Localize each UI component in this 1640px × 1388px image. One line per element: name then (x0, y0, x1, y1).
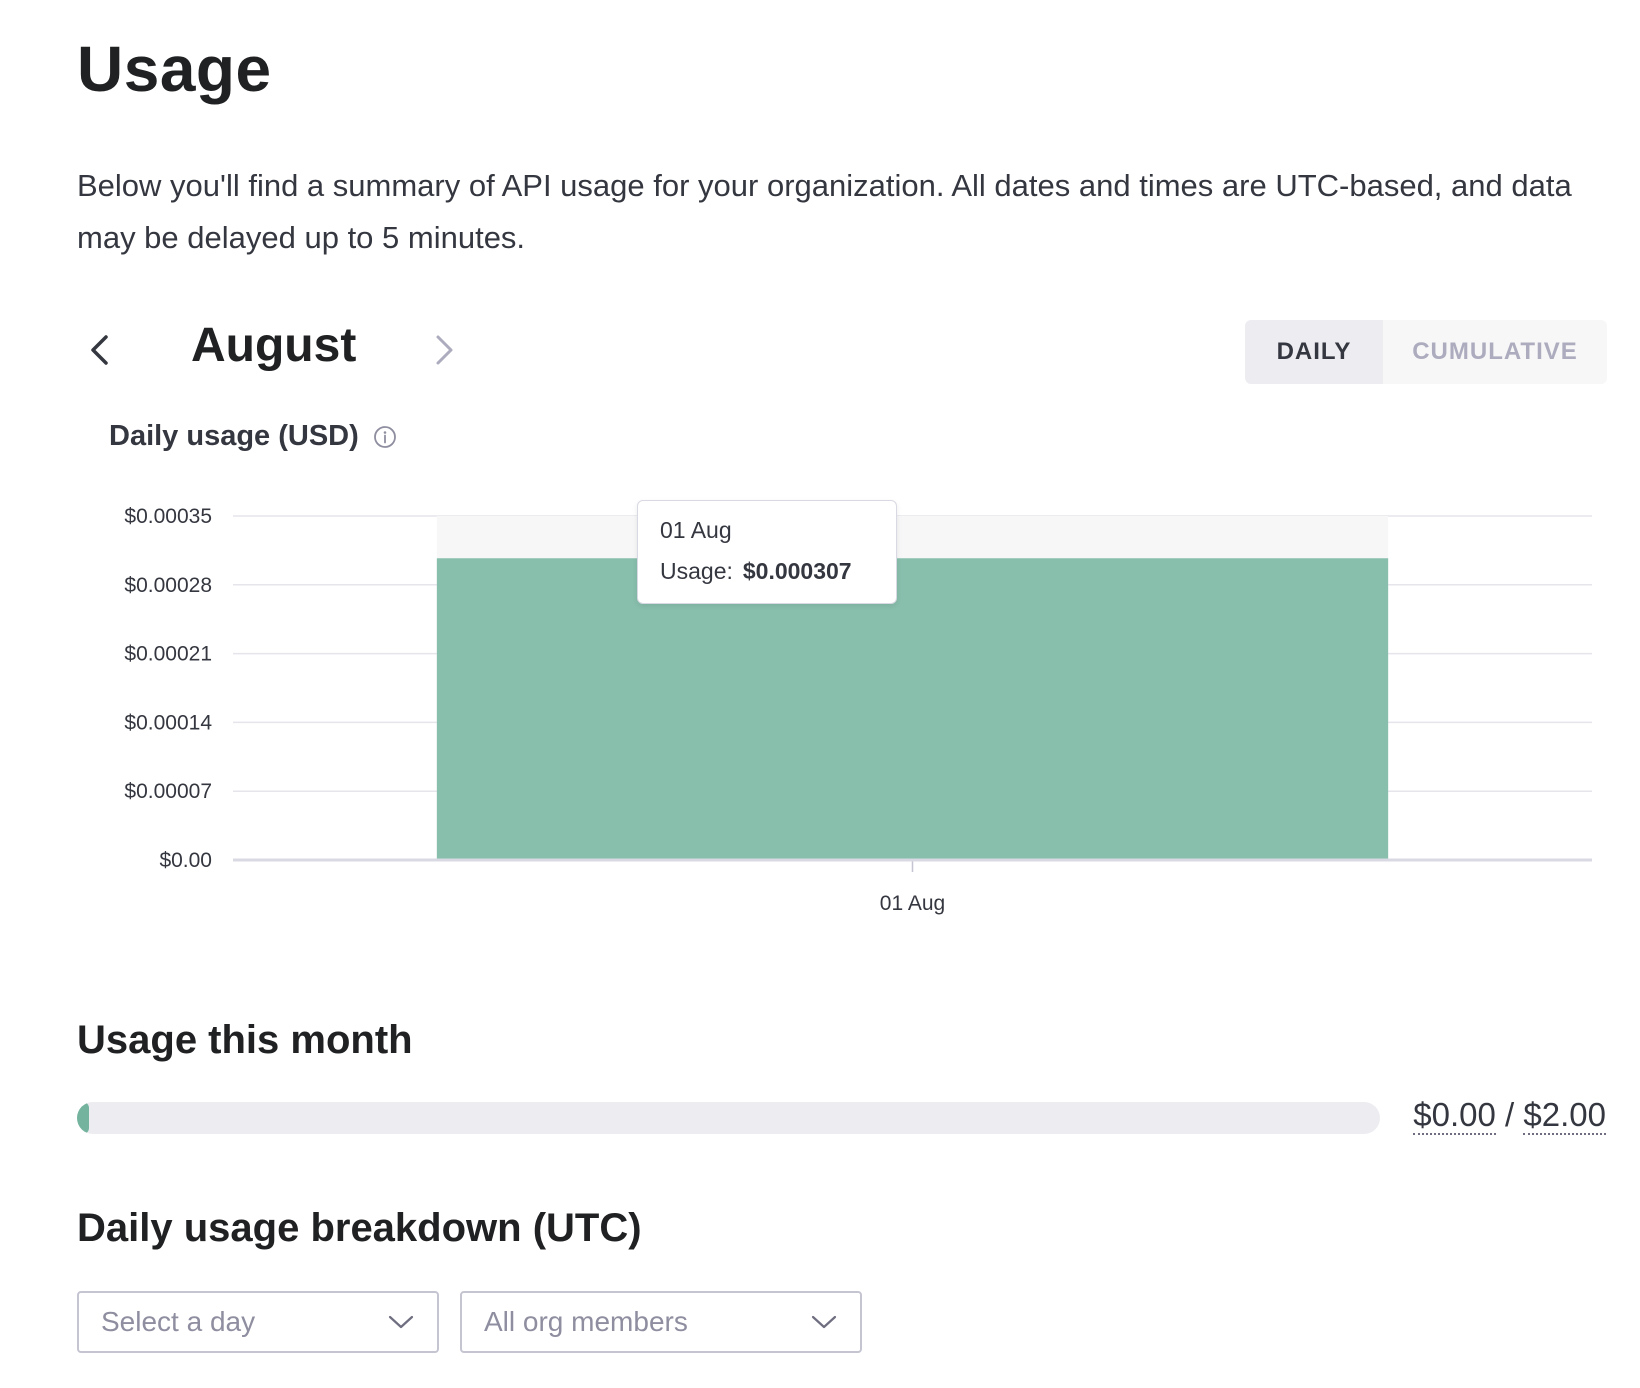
cumulative-tab[interactable]: CUMULATIVE (1383, 320, 1607, 384)
usage-used-amount[interactable]: $0.00 (1413, 1096, 1496, 1135)
chevron-right-icon (436, 335, 453, 365)
y-tick-label: $0.00021 (124, 643, 212, 666)
view-toggle: DAILY CUMULATIVE (1245, 320, 1607, 384)
usage-this-month-heading: Usage this month (77, 1018, 413, 1062)
daily-tab[interactable]: DAILY (1245, 320, 1383, 384)
day-select-placeholder: Select a day (101, 1306, 256, 1337)
member-select-value: All org members (484, 1306, 688, 1337)
tooltip-date: 01 Aug (660, 517, 732, 543)
tooltip-usage-row: Usage: $0.000307 (660, 558, 874, 585)
month-label: August (191, 319, 357, 372)
bar (436, 558, 1389, 860)
y-tick-label: $0.00014 (124, 711, 212, 734)
info-icon[interactable] (373, 425, 397, 449)
usage-amount: $0.00 / $2.00 (1390, 1096, 1606, 1135)
daily-breakdown-heading: Daily usage breakdown (UTC) (77, 1206, 642, 1250)
chart-title: Daily usage (USD) (109, 420, 359, 452)
chart-header: Daily usage (USD) (109, 420, 397, 453)
x-tick-label: 01 Aug (880, 892, 945, 915)
chevron-left-icon (91, 335, 108, 365)
usage-limit-amount[interactable]: $2.00 (1523, 1096, 1606, 1135)
y-tick-label: $0.00035 (124, 505, 212, 528)
y-tick-label: $0.00 (159, 849, 212, 872)
chevron-down-icon (811, 1315, 837, 1329)
y-tick-label: $0.00028 (124, 574, 212, 597)
day-select[interactable]: Select a day (77, 1291, 439, 1353)
next-month-button[interactable] (422, 322, 466, 378)
usage-progress-fill (77, 1102, 89, 1134)
chevron-down-icon (388, 1315, 414, 1329)
tooltip-value: $0.000307 (742, 558, 852, 584)
chart-tooltip: 01 Aug Usage: $0.000307 (637, 500, 897, 604)
page-title: Usage (77, 33, 272, 105)
usage-progress-bar (77, 1102, 1380, 1134)
tooltip-label: Usage: (660, 558, 733, 584)
usage-separator: / (1495, 1096, 1524, 1133)
previous-month-button[interactable] (78, 322, 122, 378)
page-description: Below you'll find a summary of API usage… (77, 168, 1572, 255)
member-select[interactable]: All org members (460, 1291, 862, 1353)
y-tick-label: $0.00007 (124, 780, 212, 803)
